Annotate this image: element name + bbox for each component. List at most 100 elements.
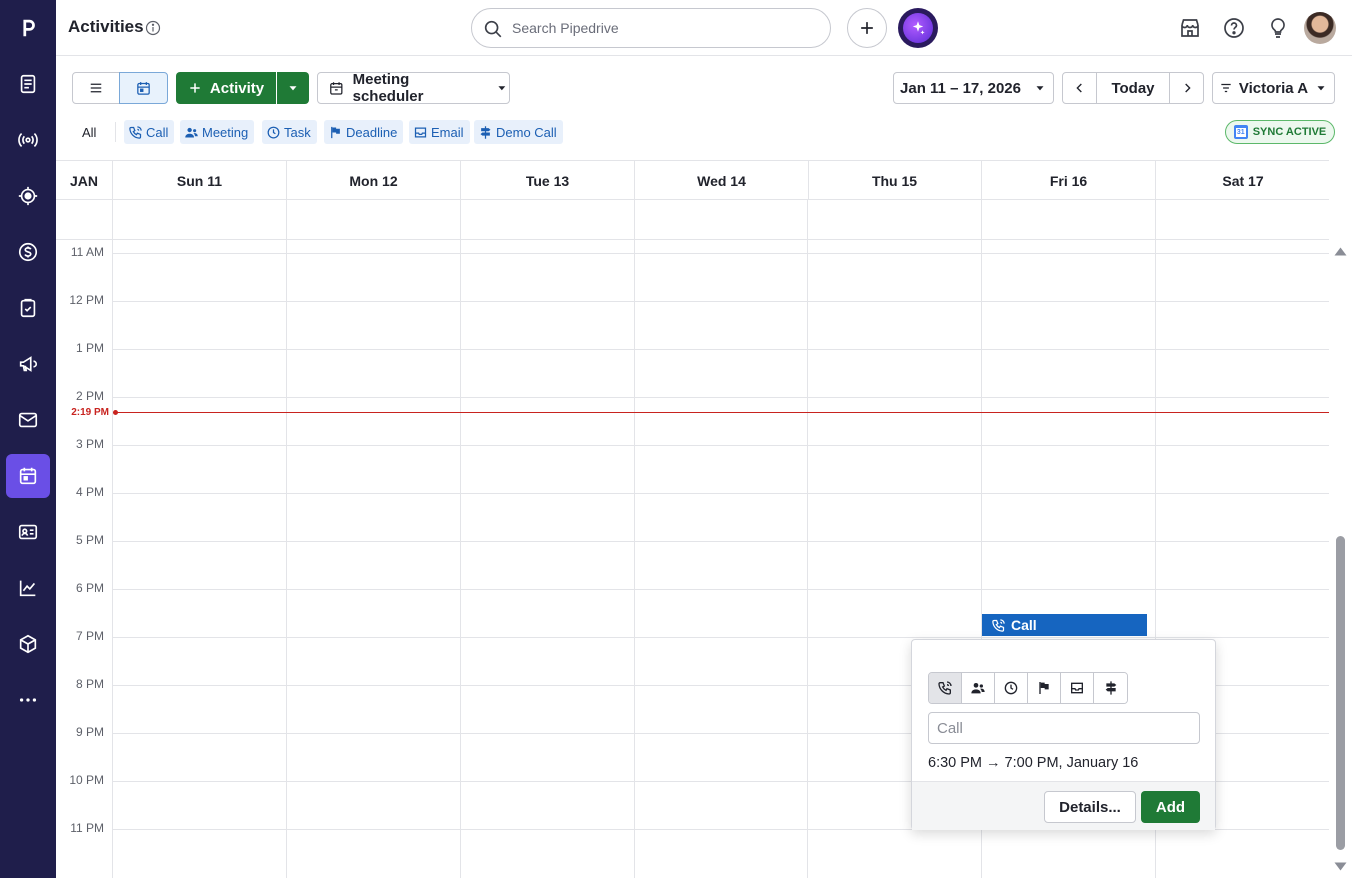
day-header: Sun 11 [113,161,287,200]
marketplace-store-icon[interactable] [1178,16,1202,40]
mail-icon[interactable] [6,398,50,442]
inbox-icon [414,127,427,137]
type-email-button[interactable] [1061,673,1094,703]
flag-icon [1039,682,1049,694]
popover-footer: Details... Add [912,781,1215,830]
scrollbar-thumb[interactable] [1336,536,1345,850]
type-call-button[interactable] [929,673,962,703]
type-meeting-button[interactable] [962,673,995,703]
quick-add-button[interactable] [847,8,887,48]
plus-icon [190,83,200,93]
hour-label: 2 PM [75,389,104,403]
quick-add-activity-popover: 6:30 PM → 7:00 PM, January 16 Details...… [911,639,1216,830]
sync-active-badge[interactable]: SYNC ACTIVE [1225,120,1335,144]
filter-icon [1221,83,1231,93]
flag-icon [331,126,340,138]
column-divider [460,240,461,878]
filter-chip-deadline[interactable]: Deadline [324,120,404,144]
more-dots-icon[interactable] [6,678,50,722]
meeting-scheduler-button[interactable]: Meeting scheduler [317,71,510,105]
hour-label: 1 PM [75,341,104,355]
hour-label: 7 PM [75,629,104,643]
campaigns-radio-icon[interactable] [6,118,50,162]
insights-chart-icon[interactable] [6,566,50,610]
calendar-icon[interactable] [6,454,50,498]
previous-week-button[interactable] [1062,72,1097,104]
all-day-row[interactable] [56,200,1329,240]
column-divider [112,200,113,240]
column-divider [981,200,982,240]
search-box[interactable] [471,8,831,48]
hour-label: 6 PM [75,581,104,595]
help-icon[interactable] [1222,16,1246,40]
scroll-up-arrow-icon[interactable] [1334,246,1347,256]
caret-down-icon [1036,86,1044,91]
today-button[interactable]: Today [1096,72,1170,104]
hour-label: 4 PM [75,485,104,499]
plus-icon [861,22,873,34]
clock-icon [267,126,280,138]
caret-down-icon [498,86,506,91]
filter-chip-label: Task [284,124,311,140]
sync-label: SYNC ACTIVE [1252,126,1327,138]
hour-label: 10 PM [69,773,104,787]
user-filter-label: Victoria A [1238,79,1309,97]
target-icon[interactable] [6,174,50,218]
type-deadline-button[interactable] [1028,673,1061,703]
calendar-event-call[interactable]: Call [982,614,1147,636]
type-task-button[interactable] [995,673,1028,703]
current-time-label: 2:19 PM [71,407,109,418]
hour-line [113,589,1329,590]
next-week-button[interactable] [1169,72,1204,104]
activity-time-range[interactable]: 6:30 PM → 7:00 PM, January 16 [928,755,1138,771]
lightbulb-icon[interactable] [1266,16,1290,40]
inbox-icon [1071,682,1083,694]
type-demo-call-button[interactable] [1094,673,1127,703]
filter-chip-call[interactable]: Call [124,120,175,144]
event-title: Call [1011,617,1037,633]
pipedrive-logo[interactable] [0,0,56,56]
filter-chip-label: Call [146,124,169,140]
calendar-scrollbar[interactable] [1333,240,1347,878]
filter-chip-task[interactable]: Task [262,120,317,144]
filter-chip-meeting[interactable]: Meeting [180,120,255,144]
date-range-picker[interactable]: Jan 11 – 17, 2026 [893,72,1054,104]
ai-assistant-button[interactable] [898,8,938,48]
meeting-scheduler-label: Meeting scheduler [352,71,424,105]
chevron-right-icon [1184,83,1191,93]
projects-clipboard-icon[interactable] [6,286,50,330]
add-button[interactable]: Add [1141,791,1200,823]
column-divider [1155,200,1156,240]
filter-all[interactable]: All [76,121,102,143]
details-button[interactable]: Details... [1044,791,1136,823]
leads-inbox-icon[interactable] [6,62,50,106]
megaphone-icon[interactable] [6,342,50,386]
list-icon [90,83,102,93]
activity-subject-input[interactable] [928,712,1200,744]
filter-chip-demo-call[interactable]: Demo Call [474,120,563,144]
deals-dollar-icon[interactable] [6,230,50,274]
filter-chip-email[interactable]: Email [409,120,470,144]
filter-divider [115,122,116,142]
hour-line [113,541,1329,542]
hour-line [113,397,1329,398]
user-avatar[interactable] [1304,12,1336,44]
day-header: Wed 14 [635,161,809,200]
contacts-card-icon[interactable] [6,510,50,554]
hour-label: 3 PM [75,437,104,451]
phone-icon [129,125,142,139]
add-activity-dropdown-button[interactable] [277,72,309,104]
info-icon[interactable] [145,20,161,36]
clock-icon [1004,681,1018,695]
list-view-button[interactable] [72,72,120,104]
sparkle-icon [912,21,925,35]
search-input[interactable] [512,18,812,38]
day-header: Tue 13 [461,161,635,200]
day-header: Fri 16 [982,161,1156,200]
calendar-view-button[interactable] [119,72,168,104]
user-filter-button[interactable]: Victoria A [1212,72,1335,104]
products-box-icon[interactable] [6,622,50,666]
add-activity-button[interactable]: Activity [176,72,276,104]
scroll-down-arrow-icon[interactable] [1334,862,1347,872]
month-label: JAN [56,161,113,200]
